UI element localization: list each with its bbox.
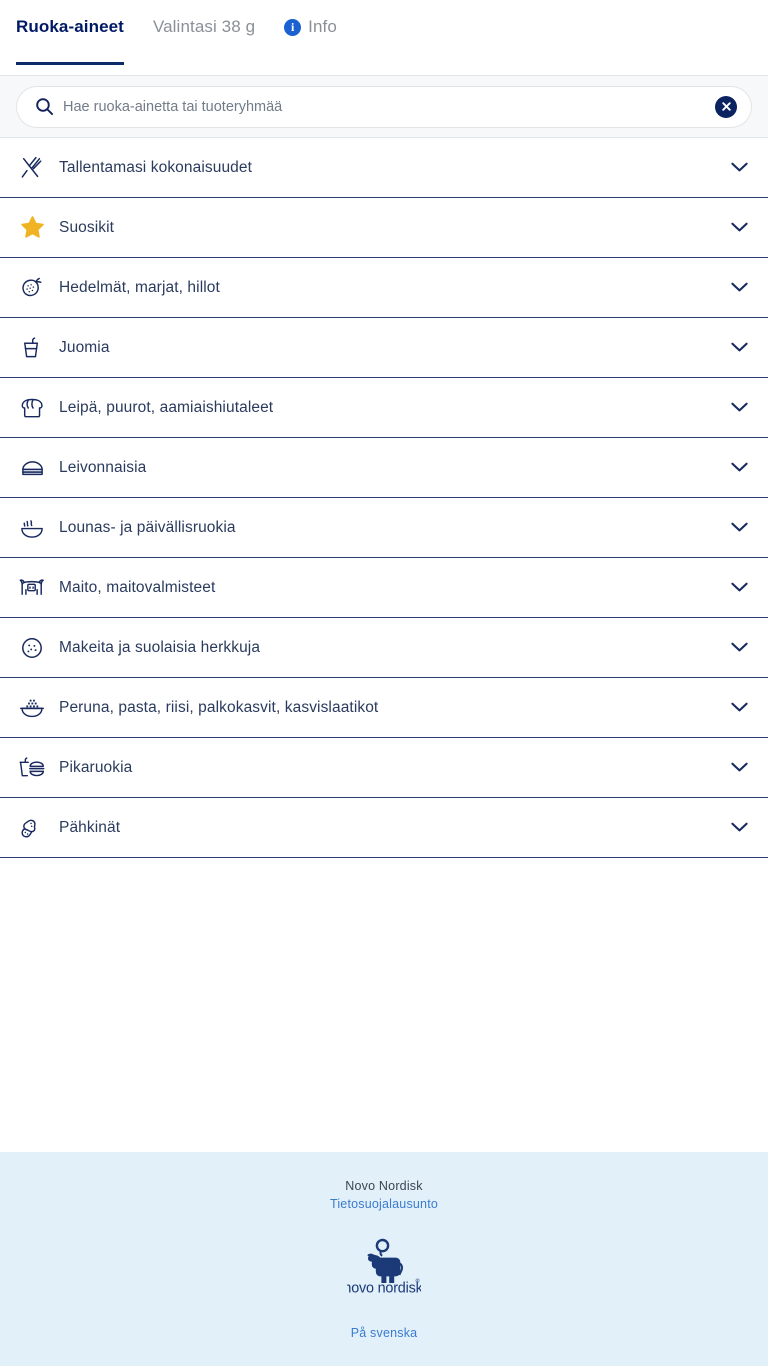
chevron-down-icon[interactable]: [728, 817, 750, 839]
chevron-down-icon[interactable]: [728, 757, 750, 779]
category-row-fast-food[interactable]: Pikaruokia: [0, 738, 768, 798]
drink-cup-icon: [14, 331, 50, 365]
strawberry-icon: [14, 271, 50, 305]
category-label: Leivonnaisia: [59, 458, 147, 476]
search-input[interactable]: [63, 98, 715, 115]
category-list: Tallentamasi kokonaisuudet Suosikit Hede…: [0, 138, 768, 858]
chevron-down-icon[interactable]: [728, 457, 750, 479]
cake-slice-icon: [14, 451, 50, 485]
category-label: Suosikit: [59, 218, 115, 236]
chevron-down-icon[interactable]: [728, 397, 750, 419]
bread-loaf-icon: [14, 391, 50, 425]
tab-valintasi[interactable]: Valintasi 38 g: [153, 0, 264, 75]
category-label: Peruna, pasta, riisi, palkokasvit, kasvi…: [59, 698, 379, 716]
category-label: Hedelmät, marjat, hillot: [59, 278, 220, 296]
tab-ruoka-aineet[interactable]: Ruoka-aineet: [16, 0, 133, 75]
app-root: Ruoka-aineet Valintasi 38 g i Info Hae r…: [0, 0, 768, 1366]
category-row-potato-pasta-rice[interactable]: Peruna, pasta, riisi, palkokasvit, kasvi…: [0, 678, 768, 738]
category-label: Makeita ja suolaisia herkkuja: [59, 638, 261, 656]
star-icon: [14, 211, 50, 245]
search-box[interactable]: [16, 85, 752, 128]
tab-info[interactable]: i Info: [284, 0, 346, 75]
content-spacer: [0, 858, 768, 1152]
category-label: Lounas- ja päivällisruokia: [59, 518, 236, 536]
category-row-lunch-dinner[interactable]: Lounas- ja päivällisruokia: [0, 498, 768, 558]
chevron-down-icon[interactable]: [728, 277, 750, 299]
fork-knife-icon: [14, 151, 50, 185]
category-label: Pähkinät: [59, 818, 121, 836]
tab-label: Ruoka-aineet: [16, 17, 124, 36]
fast-food-icon: [14, 751, 50, 785]
category-label: Tallentamasi kokonaisuudet: [59, 158, 253, 176]
peanut-icon: [14, 811, 50, 845]
category-row-nuts[interactable]: Pähkinät: [0, 798, 768, 858]
soup-bowl-icon: [14, 511, 50, 545]
cow-icon: [14, 571, 50, 605]
footer-language-link[interactable]: På svenska: [351, 1326, 418, 1340]
chevron-down-icon[interactable]: [728, 577, 750, 599]
category-row-favourites[interactable]: Suosikit: [0, 198, 768, 258]
footer-company-name: Novo Nordisk: [345, 1179, 423, 1193]
chevron-down-icon[interactable]: [728, 157, 750, 179]
tab-label: Valintasi 38 g: [152, 17, 256, 36]
clear-search-button[interactable]: [715, 95, 737, 118]
rice-bowl-icon: [14, 691, 50, 725]
chevron-down-icon[interactable]: [728, 217, 750, 239]
category-label: Leipä, puurot, aamiaishiutaleet: [59, 398, 274, 416]
search-icon: [35, 97, 54, 116]
tab-bar: Ruoka-aineet Valintasi 38 g i Info: [0, 0, 768, 76]
category-label: Juomia: [59, 338, 110, 356]
cookie-icon: [14, 631, 50, 665]
chevron-down-icon[interactable]: [728, 337, 750, 359]
category-label: Maito, maitovalmisteet: [59, 578, 216, 596]
category-row-bread[interactable]: Leipä, puurot, aamiaishiutaleet: [0, 378, 768, 438]
footer-privacy-link[interactable]: Tietosuojalausunto: [330, 1197, 438, 1211]
category-row-drinks[interactable]: Juomia: [0, 318, 768, 378]
tab-label: Info: [308, 17, 337, 36]
category-label: Pikaruokia: [59, 758, 133, 776]
close-icon: [721, 102, 731, 111]
chevron-down-icon[interactable]: [728, 637, 750, 659]
page-footer: Novo Nordisk Tietosuojalausunto novo nor…: [0, 1152, 768, 1366]
category-row-pastries[interactable]: Leivonnaisia: [0, 438, 768, 498]
chevron-down-icon[interactable]: [728, 517, 750, 539]
category-row-sweets-snacks[interactable]: Makeita ja suolaisia herkkuja: [0, 618, 768, 678]
category-row-dairy[interactable]: Maito, maitovalmisteet: [0, 558, 768, 618]
novo-nordisk-apis-bull-icon: novo nordisk ®: [343, 1238, 424, 1297]
chevron-down-icon[interactable]: [728, 697, 750, 719]
category-row-fruits[interactable]: Hedelmät, marjat, hillot: [0, 258, 768, 318]
info-circle-icon: i: [284, 18, 302, 36]
search-bar-container: [0, 76, 768, 138]
novo-nordisk-wordmark: novo nordisk: [347, 1281, 421, 1297]
novo-nordisk-logo: novo nordisk ®: [343, 1237, 424, 1302]
category-row-saved-meals[interactable]: Tallentamasi kokonaisuudet: [0, 138, 768, 198]
